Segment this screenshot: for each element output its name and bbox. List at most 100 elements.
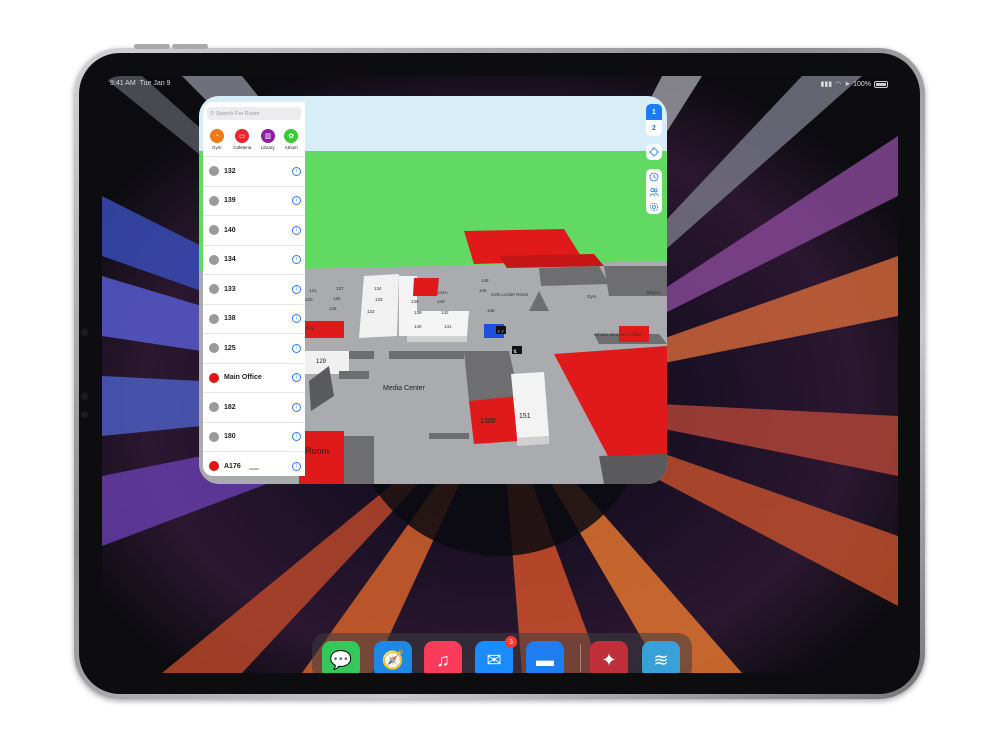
room-list-item[interactable]: 140 i [203, 215, 305, 245]
people-icon [649, 187, 659, 196]
category-label: Cafeteria [233, 145, 252, 150]
floor-2-button[interactable]: 2 [646, 120, 662, 136]
drag-handle[interactable] [249, 468, 259, 470]
room-label: 133 [224, 285, 236, 293]
settings-button[interactable] [646, 199, 662, 214]
search-input[interactable]: Search For Room [216, 111, 259, 117]
room-color-dot [209, 343, 219, 354]
category-library[interactable]: ▥ Library [260, 129, 275, 150]
dock-app-compass[interactable]: ✦ [590, 641, 628, 673]
label-athletic-office: Athletic Director's Office [594, 332, 642, 337]
category-shortcuts: ◔ Gym ▭ Cafeteria ▥ Library ✿ Atrium [203, 129, 305, 150]
room-label: Main Office [224, 374, 262, 382]
map-controls: 1 2 [646, 104, 662, 214]
room-label: 139 [224, 197, 236, 205]
info-icon[interactable]: i [292, 166, 301, 176]
label-151: 151 [519, 413, 531, 420]
files-icon: ▬ [536, 649, 554, 670]
location-icon: ➤ [844, 81, 851, 88]
label-137: 137 [336, 286, 344, 291]
side-sensor [81, 329, 88, 336]
room-label: 134 [224, 256, 236, 264]
label-143: 143 [437, 299, 445, 304]
people-button[interactable] [646, 184, 662, 199]
room-list-item[interactable]: 132 i [203, 156, 305, 186]
wall-block [349, 351, 374, 359]
room-list-item[interactable]: 180 i [203, 421, 305, 452]
category-atrium[interactable]: ✿ Atrium [284, 129, 299, 150]
room-list-item[interactable]: Main Office i [203, 362, 305, 393]
side-sensor [81, 393, 88, 400]
room-list-item[interactable]: 182 i [203, 392, 305, 422]
info-icon[interactable]: i [292, 432, 301, 442]
category-cafeteria[interactable]: ▭ Cafeteria [233, 129, 251, 150]
info-icon[interactable]: i [292, 196, 301, 206]
wall-block [339, 371, 369, 379]
label-132: 132 [367, 309, 375, 314]
wall-block [539, 266, 609, 286]
info-icon[interactable]: i [292, 284, 301, 294]
room-label: 132 [224, 167, 236, 175]
room-list-item[interactable]: 134 i [203, 244, 305, 275]
recenter-button[interactable] [646, 144, 662, 160]
restroom-icon: ♀♂ [496, 326, 506, 335]
status-icons: ▮▮▮ ◠ ➤ 100% [821, 80, 888, 88]
room-block-red [299, 431, 344, 484]
label-121: 121 [309, 288, 317, 293]
dock-app-waves[interactable]: ≋ [642, 641, 680, 673]
room-color-dot [209, 225, 219, 236]
room-list-item[interactable]: 139 i [203, 185, 305, 216]
floor-1-button[interactable]: 1 [646, 104, 662, 120]
room-color-dot [209, 313, 219, 324]
wall-block [599, 454, 667, 484]
compass-app-icon: ✦ [601, 649, 617, 670]
building-gym-annex-side [499, 254, 604, 268]
room-color-dot [209, 402, 219, 413]
dock-app-messages[interactable]: 💬 [322, 641, 360, 673]
info-icon[interactable]: i [292, 373, 301, 383]
search-bar[interactable]: ⚲ Search For Room [207, 107, 301, 120]
info-icon[interactable]: i [292, 343, 301, 353]
ipad-screen: 9:41 AM Tue Jan 9 ▮▮▮ ◠ ➤ 100% Room Medi… [102, 76, 898, 673]
room-list-item[interactable]: 133 i [203, 274, 305, 304]
room-color-dot [209, 372, 219, 383]
room-color-dot [209, 461, 219, 472]
battery-percent: 100% [853, 80, 871, 88]
info-icon[interactable]: i [292, 402, 301, 412]
label-120: 120 [305, 297, 313, 302]
room-list-item[interactable]: 125 i [203, 333, 305, 363]
dock-app-safari[interactable]: 🧭 [374, 641, 412, 673]
info-icon[interactable]: i [292, 461, 301, 471]
dock-app-music[interactable]: ♫ [424, 641, 462, 673]
room-label: 138 [224, 315, 236, 323]
label-146: 146 [479, 288, 487, 293]
waves-app-icon: ≋ [653, 649, 669, 670]
safari-icon: 🧭 [381, 649, 405, 670]
info-icon[interactable]: i [292, 314, 301, 324]
tool-stack [646, 169, 662, 214]
crosshair-icon [649, 147, 659, 157]
dock-app-files[interactable]: ▬ [526, 641, 564, 673]
room-list-item[interactable]: A176 i [203, 451, 305, 476]
dock-app-mail[interactable]: ✉ 3 [475, 636, 517, 673]
category-gym[interactable]: ◔ Gym [209, 129, 224, 150]
label-134: 134 [374, 286, 382, 291]
schedule-button[interactable] [646, 169, 662, 184]
side-sensor [81, 411, 88, 418]
info-icon[interactable]: i [292, 225, 301, 235]
info-icon[interactable]: i [292, 255, 301, 265]
room-color-dot [209, 284, 219, 295]
label-girls-locker: Girls Locker Room [491, 292, 529, 297]
label-141: 141 [444, 324, 452, 329]
atrium-icon: ✿ [284, 129, 299, 143]
clock-icon [649, 172, 659, 181]
stairs-icon: ⇅ [512, 346, 522, 355]
room-color-dot [209, 195, 219, 206]
category-label: Gym [211, 145, 222, 150]
room-list-item[interactable]: 138 i [203, 303, 305, 334]
status-bar: 9:41 AM Tue Jan 9 ▮▮▮ ◠ ➤ 100% [102, 76, 898, 92]
room-label: 180 [224, 433, 236, 441]
cafeteria-icon: ▭ [235, 129, 250, 143]
wall-block [344, 436, 374, 484]
room-color-dot [209, 166, 219, 177]
